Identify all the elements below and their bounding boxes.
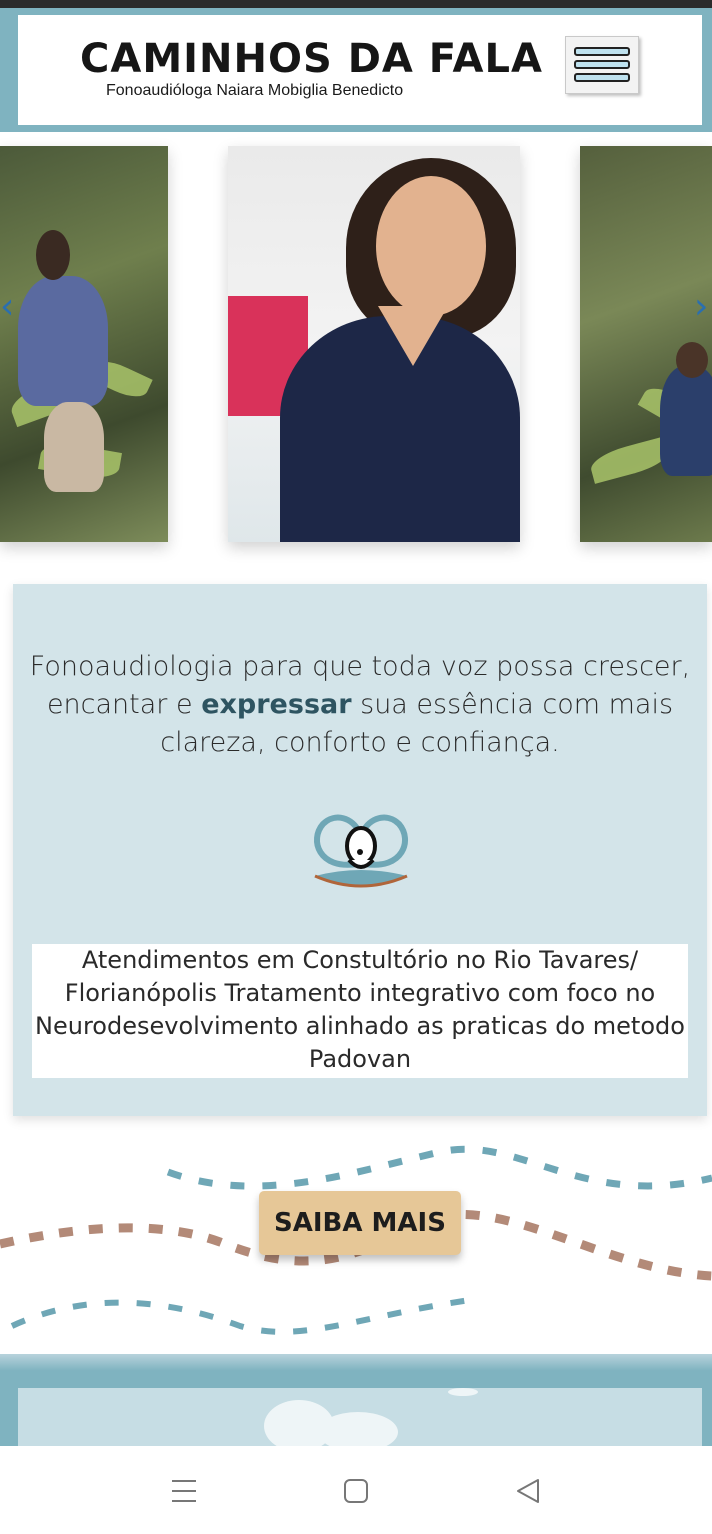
saiba-mais-button[interactable]: SAIBA MAIS — [259, 1191, 461, 1255]
chevron-right-icon: › — [694, 286, 709, 327]
menu-button[interactable] — [565, 36, 639, 94]
brand-logo-icon — [313, 814, 409, 888]
carousel-slide-forest-woman[interactable] — [0, 146, 168, 542]
cta-section: SAIBA MAIS — [0, 1130, 712, 1350]
carousel-slide-forest-man[interactable] — [580, 146, 712, 542]
hamburger-menu-bar — [574, 73, 630, 82]
footer-card — [18, 1388, 702, 1452]
intro-panel: Fonoaudiologia para que toda voz possa c… — [13, 584, 707, 1116]
system-navigation-bar — [0, 1446, 712, 1534]
chevron-left-icon: ‹ — [0, 286, 15, 327]
home-icon[interactable] — [342, 1476, 370, 1506]
tagline-emphasis: expressar — [201, 689, 352, 720]
info-card: Atendimentos em Constultório no Rio Tava… — [32, 944, 688, 1078]
hamburger-menu-icon — [574, 47, 630, 56]
status-bar — [0, 0, 712, 8]
hamburger-menu-bar — [574, 60, 630, 69]
site-subtitle: Fonoaudióloga Naiara Mobiglia Benedicto — [106, 82, 404, 99]
intro-tagline: Fonoaudiologia para que toda voz possa c… — [13, 648, 707, 762]
footer-band — [0, 1354, 712, 1452]
carousel-prev-button[interactable]: ‹ — [0, 286, 14, 327]
recents-icon[interactable] — [170, 1476, 198, 1506]
carousel-slide-portrait[interactable] — [228, 146, 520, 542]
photo-carousel[interactable]: ‹ › — [0, 146, 712, 542]
back-icon[interactable] — [514, 1476, 542, 1506]
site-title[interactable]: CAMINHOS DA FALA — [80, 36, 543, 82]
carousel-next-button[interactable]: › — [694, 286, 708, 327]
cloud-icon — [448, 1388, 478, 1396]
